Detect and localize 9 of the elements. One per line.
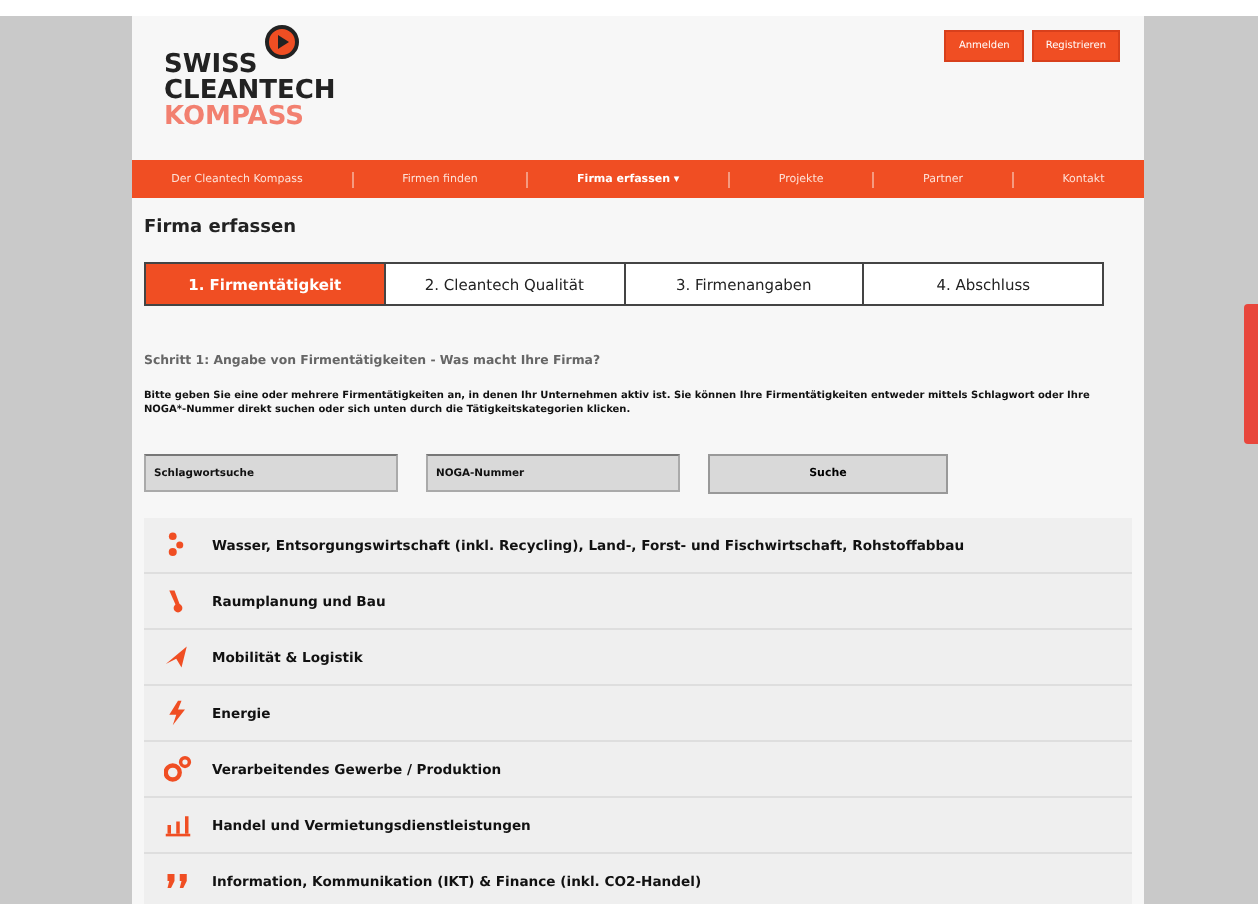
logo-text: KOMPASS <box>164 104 307 130</box>
paper-plane-icon <box>164 642 192 672</box>
page-title: Firma erfassen <box>144 218 299 238</box>
logo-text: CLEANTECH <box>164 78 336 104</box>
play-logo-icon <box>264 24 300 60</box>
bar-chart-icon <box>164 810 192 840</box>
side-tab[interactable] <box>1244 304 1258 444</box>
gears-icon <box>164 754 192 784</box>
logo-text: SWISS <box>164 52 258 78</box>
